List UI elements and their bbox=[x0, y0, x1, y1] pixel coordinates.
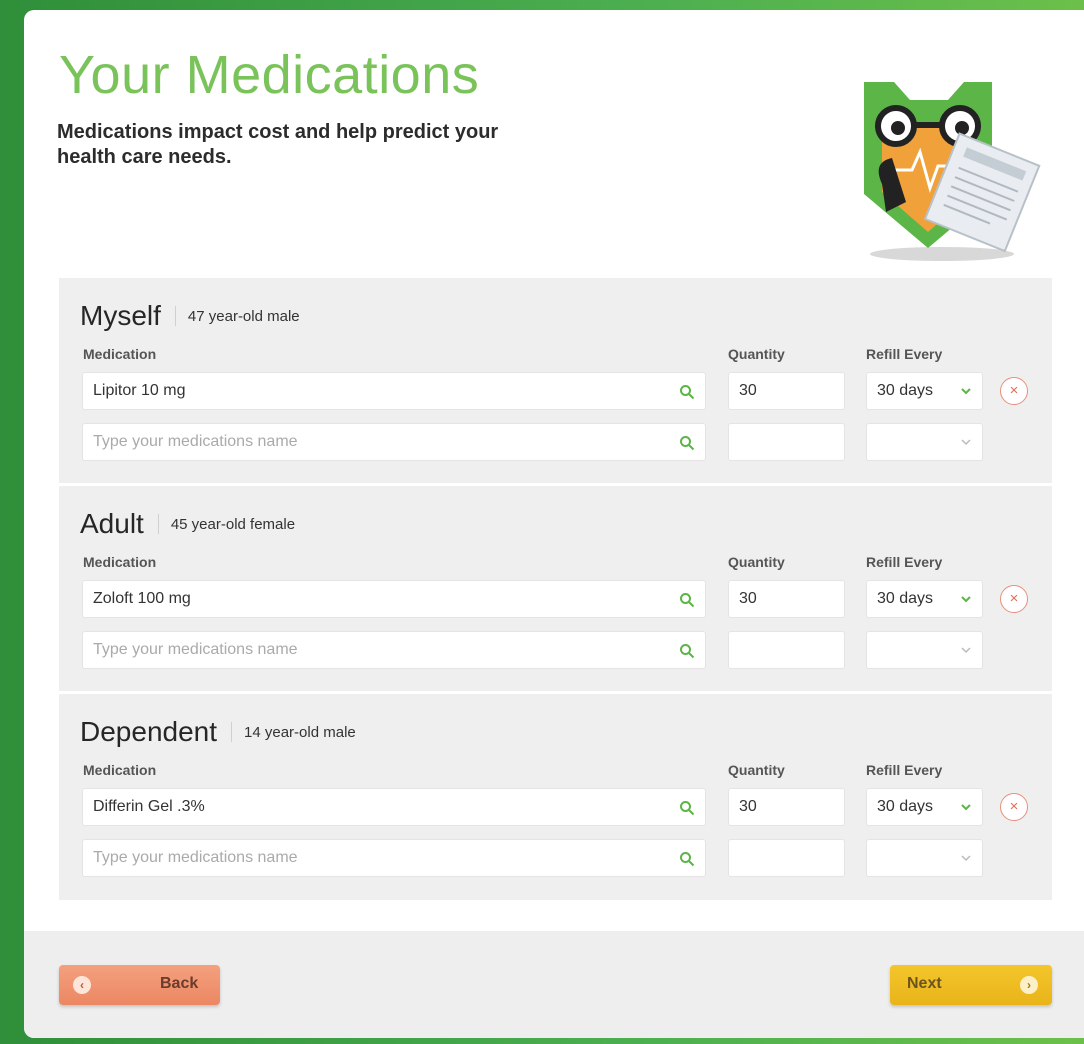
refill-select[interactable]: 30 days bbox=[866, 788, 983, 826]
quantity-value: 30 bbox=[739, 382, 757, 399]
quantity-value: 30 bbox=[739, 590, 757, 607]
section-header: Adult 45 year-old female bbox=[80, 508, 295, 540]
chevron-down-icon bbox=[961, 439, 971, 446]
section-description: 47 year-old male bbox=[187, 307, 300, 325]
quantity-input[interactable]: 30 bbox=[728, 788, 845, 826]
section-header: Dependent 14 year-old male bbox=[80, 716, 356, 748]
new-quantity-input[interactable] bbox=[728, 631, 845, 669]
divider bbox=[174, 306, 176, 326]
chevron-down-icon bbox=[961, 647, 971, 654]
medication-placeholder: Type your medications name bbox=[93, 849, 298, 866]
medications-card: Your Medications Medications impact cost… bbox=[24, 10, 1084, 1038]
refill-select[interactable]: 30 days bbox=[866, 372, 983, 410]
new-medication-input[interactable]: Type your medications name bbox=[82, 423, 706, 461]
refill-value: 30 days bbox=[877, 590, 934, 607]
back-label: Back bbox=[160, 975, 199, 992]
medication-label: Medication bbox=[83, 346, 157, 362]
new-quantity-input[interactable] bbox=[728, 839, 845, 877]
section-dependent: Dependent 14 year-old male Medication Qu… bbox=[59, 694, 1052, 900]
quantity-label: Quantity bbox=[728, 346, 785, 362]
chevron-down-icon bbox=[961, 388, 971, 395]
medication-input[interactable]: Differin Gel .3% bbox=[82, 788, 706, 826]
new-quantity-input[interactable] bbox=[728, 423, 845, 461]
refill-label: Refill Every bbox=[866, 554, 943, 570]
next-label: Next bbox=[907, 975, 942, 992]
medication-placeholder: Type your medications name bbox=[93, 641, 298, 658]
divider bbox=[157, 514, 159, 534]
page-title: Your Medications bbox=[59, 45, 480, 105]
section-description: 14 year-old male bbox=[244, 723, 356, 741]
medication-value: Differin Gel .3% bbox=[93, 798, 205, 815]
chevron-down-icon bbox=[961, 596, 971, 603]
search-icon[interactable] bbox=[679, 384, 695, 400]
section-name: Myself bbox=[80, 300, 161, 331]
quantity-input[interactable]: 30 bbox=[728, 372, 845, 410]
remove-medication-button[interactable]: × bbox=[1000, 377, 1028, 405]
remove-medication-button[interactable]: × bbox=[1000, 585, 1028, 613]
back-button[interactable]: ‹ Back bbox=[59, 965, 220, 1005]
search-icon[interactable] bbox=[679, 435, 695, 451]
section-header: Myself 47 year-old male bbox=[80, 300, 300, 332]
arrow-right-icon: › bbox=[1020, 976, 1038, 994]
new-medication-input[interactable]: Type your medications name bbox=[82, 631, 706, 669]
chevron-down-icon bbox=[961, 804, 971, 811]
quantity-value: 30 bbox=[739, 798, 757, 815]
search-icon[interactable] bbox=[679, 592, 695, 608]
refill-select[interactable]: 30 days bbox=[866, 580, 983, 618]
medication-label: Medication bbox=[83, 554, 157, 570]
owl-doctor-mascot-icon bbox=[864, 82, 1041, 261]
refill-value: 30 days bbox=[877, 382, 934, 399]
divider bbox=[231, 722, 233, 742]
new-refill-select[interactable] bbox=[866, 631, 983, 669]
medication-value: Lipitor 10 mg bbox=[93, 382, 186, 399]
new-medication-input[interactable]: Type your medications name bbox=[82, 839, 706, 877]
search-icon[interactable] bbox=[679, 800, 695, 816]
chevron-down-icon bbox=[961, 855, 971, 862]
medication-value: Zoloft 100 mg bbox=[93, 590, 191, 607]
refill-label: Refill Every bbox=[866, 346, 943, 362]
arrow-left-icon: ‹ bbox=[73, 976, 91, 994]
section-adult: Adult 45 year-old female Medication Quan… bbox=[59, 486, 1052, 691]
refill-value: 30 days bbox=[877, 798, 934, 815]
medication-input[interactable]: Lipitor 10 mg bbox=[82, 372, 706, 410]
section-myself: Myself 47 year-old male Medication Quant… bbox=[59, 278, 1052, 483]
next-button[interactable]: Next › bbox=[890, 965, 1052, 1005]
search-icon[interactable] bbox=[679, 851, 695, 867]
refill-label: Refill Every bbox=[866, 762, 943, 778]
section-name: Dependent bbox=[80, 716, 218, 747]
new-refill-select[interactable] bbox=[866, 423, 983, 461]
medication-placeholder: Type your medications name bbox=[93, 433, 298, 450]
remove-medication-button[interactable]: × bbox=[1000, 793, 1028, 821]
section-name: Adult bbox=[80, 508, 144, 539]
medication-label: Medication bbox=[83, 762, 157, 778]
footer-bar: ‹ Back Next › bbox=[24, 931, 1084, 1038]
section-description: 45 year-old female bbox=[170, 515, 296, 533]
medication-input[interactable]: Zoloft 100 mg bbox=[82, 580, 706, 618]
quantity-label: Quantity bbox=[728, 554, 785, 570]
search-icon[interactable] bbox=[679, 643, 695, 659]
new-refill-select[interactable] bbox=[866, 839, 983, 877]
quantity-label: Quantity bbox=[728, 762, 785, 778]
page-subtitle: Medications impact cost and help predict… bbox=[57, 121, 499, 168]
quantity-input[interactable]: 30 bbox=[728, 580, 845, 618]
